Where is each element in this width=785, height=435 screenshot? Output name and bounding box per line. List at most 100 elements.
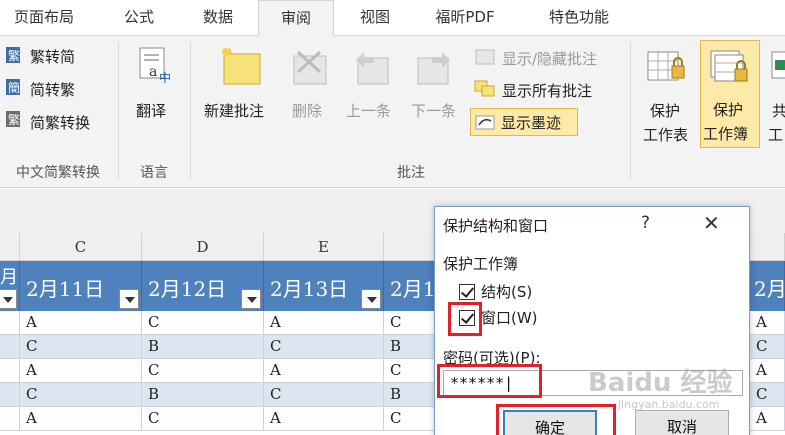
filter-dropdown-icon[interactable] [361, 289, 381, 309]
tab-page-layout[interactable]: 页面布局 [0, 0, 88, 36]
tab-data[interactable]: 数据 [180, 0, 256, 36]
help-button[interactable]: ? [641, 213, 650, 233]
protect-sheet-button[interactable]: 保护 [650, 100, 680, 121]
svg-text:繁: 繁 [8, 48, 20, 63]
structure-checkbox[interactable] [459, 284, 475, 300]
next-comment-button[interactable]: 下一条 [411, 100, 456, 121]
table-cell[interactable]: C [142, 311, 264, 335]
filter-dropdown-icon[interactable] [241, 289, 261, 309]
table-cell[interactable]: B [142, 383, 264, 407]
new-comment-button[interactable]: 新建批注 [204, 100, 264, 121]
table-cell[interactable]: A [20, 407, 142, 431]
cancel-button[interactable]: 取消 [635, 410, 729, 435]
table-cell[interactable]: A [750, 407, 785, 431]
show-ink-label: 显示墨迹 [501, 114, 562, 132]
highlight-ok-button [496, 404, 616, 435]
header-cell-feb13[interactable]: 2月13日 [264, 261, 384, 311]
table-row[interactable] [0, 383, 20, 407]
table-cell[interactable]: A [20, 311, 142, 335]
new-comment-icon [218, 46, 264, 88]
simp-to-trad-button[interactable]: 简转繁 [30, 79, 75, 100]
convert-settings-button[interactable]: 简繁转换 [30, 112, 90, 133]
show-all-comments-button[interactable]: 显示所有批注 [502, 80, 592, 101]
header-cell-text: 2月12日 [148, 277, 227, 301]
group-label-chinese: 中文简繁转换 [16, 165, 100, 181]
ribbon: 繁 繁转简 簡 简转繁 繁 简繁转换 中文简繁转换 a中 翻译 语言 新建批注 … [0, 36, 785, 188]
table-row[interactable] [0, 407, 20, 431]
table-cell[interactable]: B [142, 335, 264, 359]
header-cell-text: 2月11日 [26, 277, 105, 301]
table-cell[interactable]: A [750, 359, 785, 383]
table-cell[interactable]: C [750, 335, 785, 359]
header-cell-text: 2月 [754, 277, 785, 301]
column-header-d[interactable]: D [142, 233, 264, 261]
table-cell[interactable]: A [750, 311, 785, 335]
show-all-comments-icon [474, 80, 496, 98]
show-hide-comment-icon [474, 48, 496, 66]
table-cell[interactable]: C [750, 383, 785, 407]
protect-section-label: 保护工作簿 [443, 255, 519, 273]
table-row[interactable] [0, 335, 20, 359]
trad-to-simp-button[interactable]: 繁转简 [30, 46, 75, 67]
share-workbook-icon [770, 46, 785, 86]
header-cell-feb11[interactable]: 2月11日 [20, 261, 142, 311]
table-row[interactable] [0, 359, 20, 383]
header-cell-feb12[interactable]: 2月12日 [142, 261, 264, 311]
table-cell[interactable]: C [142, 407, 264, 431]
next-comment-icon [414, 48, 454, 88]
windows-label: 窗口(W) [481, 309, 538, 327]
table-cell[interactable]: C [20, 383, 142, 407]
group-label-comments: 批注 [397, 165, 425, 181]
header-cell-text: 2月13日 [270, 277, 349, 301]
watermark-url: jingyan.baidu.com [618, 398, 720, 411]
table-cell[interactable]: A [264, 359, 384, 383]
filter-dropdown-icon[interactable] [119, 289, 139, 309]
group-separator [190, 42, 191, 180]
simp-to-trad-icon: 簡 [5, 76, 27, 98]
structure-label: 结构(S) [481, 283, 533, 301]
tab-foxit-pdf[interactable]: 福昕PDF [414, 0, 516, 36]
tab-review[interactable]: 审阅 [258, 0, 334, 37]
column-header-e[interactable]: E [264, 233, 384, 261]
header-cell-partial[interactable]: 月 [0, 261, 20, 311]
column-header-h[interactable] [750, 233, 785, 261]
filter-dropdown-icon[interactable] [0, 289, 17, 309]
show-ink-button[interactable]: 显示墨迹 [470, 108, 578, 136]
table-cell[interactable]: A [264, 311, 384, 335]
protect-workbook-button[interactable]: 保护 工作簿 [700, 40, 760, 148]
translate-button[interactable]: 翻译 [136, 100, 166, 121]
ribbon-tabs: 页面布局 公式 数据 审阅 视图 福昕PDF 特色功能 [0, 0, 785, 37]
column-header-c[interactable]: C [20, 233, 142, 261]
previous-comment-button[interactable]: 上一条 [346, 100, 391, 121]
protect-sheet-button-line2: 工作表 [643, 126, 689, 144]
table-row[interactable] [0, 311, 20, 335]
tab-special-features[interactable]: 特色功能 [524, 0, 634, 36]
tab-formulas[interactable]: 公式 [98, 0, 180, 36]
convert-icon: 繁 [5, 108, 27, 130]
header-cell-partial-right[interactable]: 2月 [750, 261, 785, 311]
svg-text:中: 中 [159, 70, 171, 85]
watermark-logo: Baidu 经验 [588, 368, 733, 398]
table-cell[interactable]: C [264, 335, 384, 359]
previous-comment-icon [352, 48, 392, 88]
group-separator [630, 42, 631, 180]
protect-sheet-icon [646, 46, 686, 86]
table-cell[interactable]: C [142, 359, 264, 383]
delete-comment-button[interactable]: 删除 [292, 100, 322, 121]
translate-icon: a中 [137, 46, 173, 86]
table-cell[interactable]: C [20, 335, 142, 359]
svg-text:簡: 簡 [8, 80, 20, 95]
highlight-password-input [437, 364, 542, 398]
share-workbook-button[interactable]: 共 [772, 100, 785, 121]
trad-to-simp-icon: 繁 [5, 44, 27, 66]
table-cell[interactable]: C [264, 383, 384, 407]
group-label-language: 语言 [140, 165, 168, 181]
close-button[interactable]: ✕ [703, 211, 720, 235]
table-cell[interactable]: A [20, 359, 142, 383]
show-hide-comment-button[interactable]: 显示/隐藏批注 [502, 48, 597, 69]
row-number-header [0, 233, 20, 261]
svg-text:a: a [149, 64, 157, 80]
table-cell[interactable]: A [264, 407, 384, 431]
tab-view[interactable]: 视图 [338, 0, 412, 36]
header-cell-partial-text: 月 [0, 267, 18, 288]
